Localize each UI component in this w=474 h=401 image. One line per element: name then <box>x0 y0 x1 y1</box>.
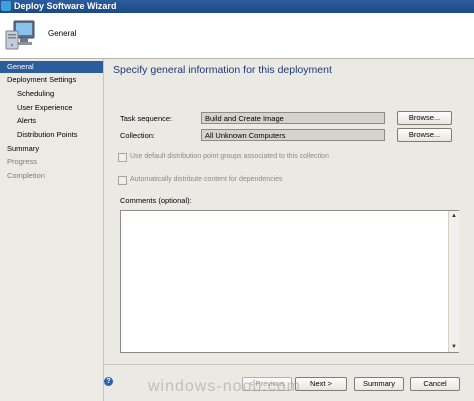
auto-distribute-checkbox <box>118 176 127 185</box>
nav-item-progress: Progress <box>7 157 38 166</box>
collection-field[interactable]: All Unknown Computers <box>201 129 385 141</box>
nav-item-deployment-settings[interactable]: Deployment Settings <box>0 74 103 86</box>
main-panel: Specify general information for this dep… <box>104 59 474 401</box>
task-sequence-field[interactable]: Build and Create Image <box>201 112 385 124</box>
scroll-up-icon[interactable]: ▲ <box>449 211 459 221</box>
next-button[interactable]: Next > <box>295 377 347 391</box>
section-heading: Specify general information for this dep… <box>113 64 332 76</box>
watermark: windows-noob.com <box>148 378 301 395</box>
use-default-dp-groups-label: Use default distribution point groups as… <box>130 153 329 160</box>
use-default-dp-groups-checkbox <box>118 153 127 162</box>
nav-item-alerts[interactable]: Alerts <box>0 115 103 127</box>
task-sequence-browse-button[interactable]: Browse... <box>397 111 452 125</box>
nav-item-general[interactable]: General <box>0 61 103 73</box>
nav-item-summary[interactable]: Summary <box>0 143 103 155</box>
footer-divider <box>104 364 474 365</box>
computer-icon <box>5 20 35 50</box>
comments-label: Comments (optional): <box>120 196 192 205</box>
nav-item-completion: Completion <box>7 171 45 180</box>
task-sequence-label: Task sequence: <box>120 114 173 123</box>
comments-scrollbar[interactable]: ▲ ▼ <box>448 211 459 352</box>
wizard-nav: General Deployment Settings Scheduling U… <box>0 59 104 401</box>
nav-item-distribution-points[interactable]: Distribution Points <box>0 129 103 141</box>
window-title: Deploy Software Wizard <box>14 1 117 11</box>
collection-browse-button[interactable]: Browse... <box>397 128 452 142</box>
help-icon[interactable]: ? <box>104 377 113 386</box>
title-bar: Deploy Software Wizard <box>0 0 474 13</box>
nav-item-scheduling[interactable]: Scheduling <box>0 88 103 100</box>
collection-label: Collection: <box>120 131 156 140</box>
auto-distribute-label: Automatically distribute content for dep… <box>130 176 283 183</box>
page-title: General <box>48 29 77 38</box>
comments-textarea[interactable] <box>120 210 459 353</box>
wizard-header: General <box>0 13 474 59</box>
nav-item-user-experience[interactable]: User Experience <box>0 102 103 114</box>
scroll-down-icon[interactable]: ▼ <box>449 342 459 352</box>
app-icon <box>1 1 11 11</box>
summary-button[interactable]: Summary <box>354 377 404 391</box>
cancel-button[interactable]: Cancel <box>410 377 460 391</box>
